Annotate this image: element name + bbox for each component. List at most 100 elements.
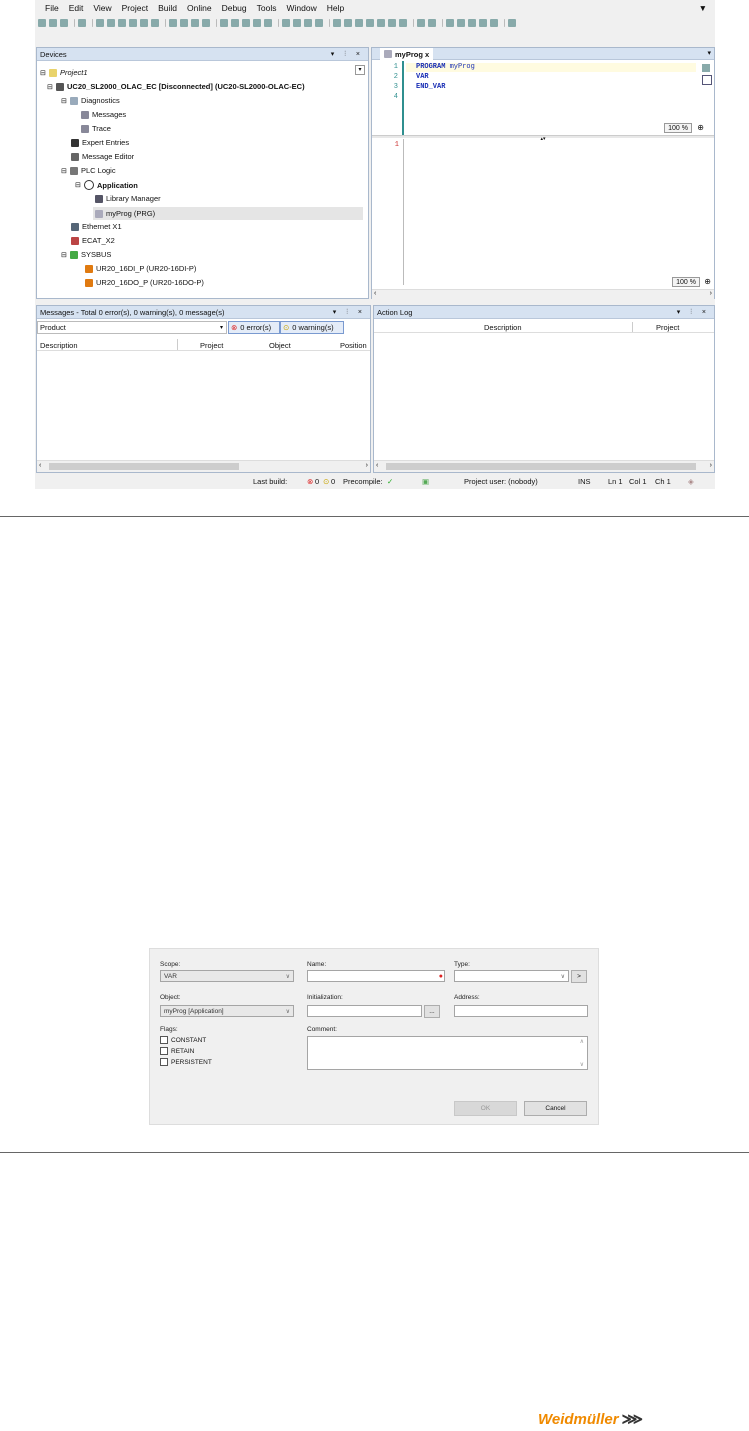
toolbar-icon[interactable] xyxy=(151,19,159,27)
toolbar-icon[interactable] xyxy=(508,19,516,27)
col-al-project[interactable]: Project xyxy=(656,323,679,332)
user-icon[interactable]: ▣ xyxy=(422,477,429,486)
table-view-icon[interactable] xyxy=(702,75,712,85)
splitter[interactable]: ▴▾ xyxy=(372,135,714,142)
tree-item-diagnostics[interactable]: ⊟ Diagnostics xyxy=(61,96,120,105)
object-select[interactable]: myProg [Application] ∨ xyxy=(160,1005,294,1017)
decl-zoom[interactable]: 100 % xyxy=(664,123,692,133)
toolbar-icon[interactable] xyxy=(169,19,177,27)
impl-zoom-icon[interactable]: ⊕ xyxy=(704,277,711,286)
toolbar-icon[interactable] xyxy=(38,19,46,27)
error-filter-button[interactable]: ⊗ 0 error(s) xyxy=(228,321,280,334)
listing-view-icon[interactable] xyxy=(702,64,710,72)
toolbar-icon[interactable] xyxy=(49,19,57,27)
flag-retain[interactable]: RETAIN xyxy=(160,1047,194,1055)
action-log-controls[interactable]: ▾ ⫶ × xyxy=(677,308,710,317)
menu-edit[interactable]: Edit xyxy=(69,3,84,13)
toolbar-icon[interactable] xyxy=(490,19,498,27)
retain-checkbox[interactable] xyxy=(160,1047,168,1055)
menu-debug[interactable]: Debug xyxy=(222,3,247,13)
toolbar-icon[interactable] xyxy=(479,19,487,27)
declaration-editor[interactable]: PROGRAM myProg VAR END_VAR xyxy=(406,61,698,135)
warning-filter-button[interactable]: ⊙ 0 warning(s) xyxy=(280,321,344,334)
menu-online[interactable]: Online xyxy=(187,3,212,13)
toolbar-icon[interactable] xyxy=(253,19,261,27)
toolbar-icon[interactable] xyxy=(180,19,188,27)
col-al-description[interactable]: Description xyxy=(484,323,522,332)
shield-icon[interactable]: ◈ xyxy=(688,477,694,486)
customize-toolbar-icon[interactable]: ▼ xyxy=(699,3,707,13)
action-log-hscrollbar[interactable]: ‹ › xyxy=(374,460,714,472)
comment-scroll-up-icon[interactable]: ∧ xyxy=(580,1038,584,1045)
type-assistant-button[interactable]: > xyxy=(571,970,587,983)
col-position[interactable]: Position xyxy=(340,341,367,350)
initialization-input[interactable] xyxy=(307,1005,422,1017)
editor-hscrollbar[interactable]: ‹ › xyxy=(372,289,714,299)
tree-item-application[interactable]: ⊟ Application xyxy=(75,180,138,190)
col-description[interactable]: Description xyxy=(40,341,78,350)
tree-item-ur20-16do[interactable]: UR20_16DO_P (UR20-16DO-P) xyxy=(85,278,204,287)
initialization-browse-button[interactable]: ... xyxy=(424,1005,440,1018)
menu-build[interactable]: Build xyxy=(158,3,177,13)
toolbar-icon[interactable] xyxy=(129,19,137,27)
menu-help[interactable]: Help xyxy=(327,3,344,13)
toolbar-icon[interactable] xyxy=(315,19,323,27)
tree-item-trace[interactable]: Trace xyxy=(81,124,111,133)
toolbar-icon[interactable] xyxy=(78,19,86,27)
menu-window[interactable]: Window xyxy=(287,3,317,13)
toolbar-icon[interactable] xyxy=(355,19,363,27)
toolbar-icon[interactable] xyxy=(293,19,301,27)
tab-dropdown-icon[interactable]: ▾ xyxy=(707,49,711,57)
editor-tab[interactable]: myProg x xyxy=(380,48,434,60)
menu-tools[interactable]: Tools xyxy=(257,3,277,13)
tree-item-myprog[interactable]: myProg (PRG) xyxy=(93,207,363,220)
tree-item-messages[interactable]: Messages xyxy=(81,110,126,119)
toolbar-icon[interactable] xyxy=(191,19,199,27)
toolbar-icon[interactable] xyxy=(220,19,228,27)
flag-constant[interactable]: CONSTANT xyxy=(160,1036,206,1044)
messages-hscrollbar[interactable]: ‹ › xyxy=(37,460,370,472)
decl-zoom-icon[interactable]: ⊕ xyxy=(697,123,704,132)
ok-button[interactable]: OK xyxy=(454,1101,517,1116)
messages-filter[interactable]: Product ▾ xyxy=(37,321,227,334)
tree-item-plc[interactable]: ⊟ UC20_SL2000_OLAC_EC [Disconnected] (UC2… xyxy=(47,82,305,91)
toolbar-icon[interactable] xyxy=(107,19,115,27)
toolbar-icon[interactable] xyxy=(282,19,290,27)
menu-view[interactable]: View xyxy=(93,3,111,13)
toolbar-icon[interactable] xyxy=(231,19,239,27)
toolbar-icon[interactable] xyxy=(428,19,436,27)
menu-project[interactable]: Project xyxy=(122,3,148,13)
impl-zoom[interactable]: 100 % xyxy=(672,277,700,287)
address-input[interactable] xyxy=(454,1005,588,1017)
tree-item-expert-entries[interactable]: Expert Entries xyxy=(71,138,129,147)
col-object[interactable]: Object xyxy=(269,341,291,350)
toolbar-icon[interactable] xyxy=(118,19,126,27)
constant-checkbox[interactable] xyxy=(160,1036,168,1044)
toolbar-icon[interactable] xyxy=(344,19,352,27)
toolbar-icon[interactable] xyxy=(399,19,407,27)
toolbar-icon[interactable] xyxy=(366,19,374,27)
toolbar-icon[interactable] xyxy=(468,19,476,27)
tree-item-message-editor[interactable]: Message Editor xyxy=(71,152,134,161)
cancel-button[interactable]: Cancel xyxy=(524,1101,587,1116)
tab-close-icon[interactable]: x xyxy=(425,50,429,59)
comment-scroll-down-icon[interactable]: ∨ xyxy=(580,1061,584,1068)
tree-item-library-manager[interactable]: Library Manager xyxy=(95,194,161,203)
toolbar-icon[interactable] xyxy=(388,19,396,27)
flag-persistent[interactable]: PERSISTENT xyxy=(160,1058,212,1066)
toolbar-icon[interactable] xyxy=(202,19,210,27)
tree-item-project[interactable]: ⊟ Project1 xyxy=(40,68,88,77)
menu-file[interactable]: File xyxy=(45,3,59,13)
toolbar-icon[interactable] xyxy=(242,19,250,27)
implementation-editor[interactable] xyxy=(406,139,712,279)
messages-panel-controls[interactable]: ▾ ⫶ × xyxy=(333,308,366,317)
toolbar-icon[interactable] xyxy=(264,19,272,27)
tree-item-plc-logic[interactable]: ⊟ PLC Logic xyxy=(61,166,116,175)
type-select[interactable]: ∨ xyxy=(454,970,569,982)
col-project[interactable]: Project xyxy=(200,341,223,350)
name-input[interactable]: ● xyxy=(307,970,445,982)
toolbar-icon[interactable] xyxy=(60,19,68,27)
toolbar-icon[interactable] xyxy=(417,19,425,27)
scope-select[interactable]: VAR ∨ xyxy=(160,970,294,982)
tree-item-ethernet[interactable]: Ethernet X1 xyxy=(71,222,122,231)
